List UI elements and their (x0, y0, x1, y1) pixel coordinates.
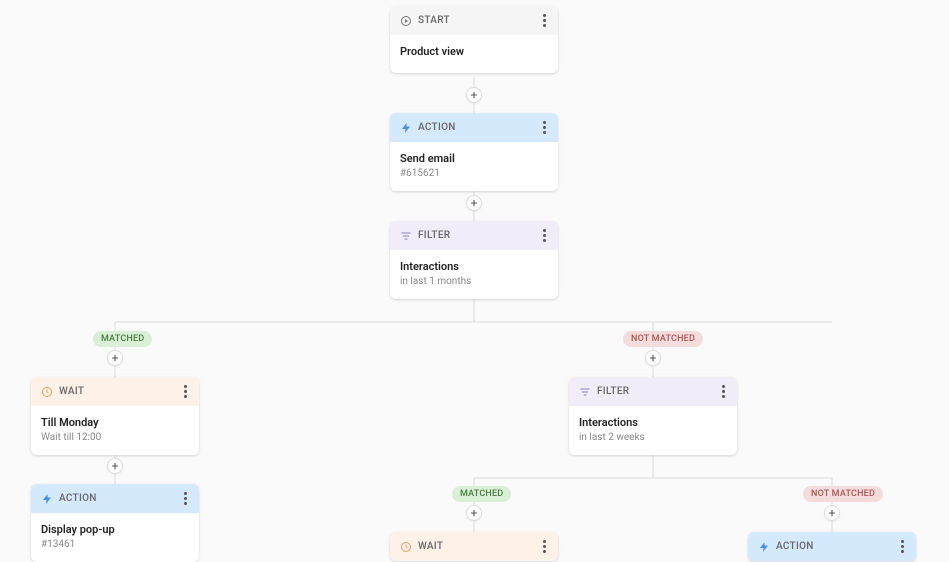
node-start[interactable]: START Product view (390, 6, 558, 73)
node-wait-header: WAIT (390, 532, 558, 561)
node-menu-button[interactable] (182, 383, 189, 400)
node-action-header: ACTION (390, 113, 558, 142)
node-title: Product view (400, 45, 548, 58)
bolt-icon (400, 122, 412, 134)
node-action-popup[interactable]: ACTION Display pop-up #13461 (31, 484, 199, 562)
node-action-3[interactable]: ACTION (748, 532, 916, 561)
node-filter-header: FILTER (569, 377, 737, 406)
node-wait-header: WAIT (31, 377, 199, 406)
node-type-label: START (418, 15, 450, 26)
add-node-button[interactable]: + (466, 87, 482, 103)
add-node-button[interactable]: + (645, 350, 661, 366)
clock-icon (400, 541, 412, 553)
node-type-label: WAIT (418, 541, 443, 552)
node-title: Display pop-up (41, 523, 189, 536)
node-subtitle: #13461 (41, 539, 189, 550)
filter-icon (579, 386, 591, 398)
node-menu-button[interactable] (541, 12, 548, 29)
node-menu-button[interactable] (899, 538, 906, 555)
node-start-header: START (390, 6, 558, 35)
not-matched-badge: NOT MATCHED (623, 331, 703, 347)
node-wait-2[interactable]: WAIT (390, 532, 558, 561)
add-node-button[interactable]: + (107, 458, 123, 474)
node-filter-interactions-2[interactable]: FILTER Interactions in last 2 weeks (569, 377, 737, 455)
node-menu-button[interactable] (182, 490, 189, 507)
node-type-label: ACTION (776, 541, 814, 552)
not-matched-badge: NOT MATCHED (803, 486, 883, 502)
matched-badge: MATCHED (452, 486, 511, 502)
add-node-button[interactable]: + (107, 350, 123, 366)
node-subtitle: Wait till 12:00 (41, 432, 189, 443)
node-type-label: ACTION (418, 122, 456, 133)
node-menu-button[interactable] (541, 538, 548, 555)
node-title: Send email (400, 152, 548, 165)
bolt-icon (41, 493, 53, 505)
node-type-label: WAIT (59, 386, 84, 397)
node-action-header: ACTION (748, 532, 916, 561)
bolt-icon (758, 541, 770, 553)
clock-icon (41, 386, 53, 398)
node-type-label: ACTION (59, 493, 97, 504)
node-subtitle: in last 2 weeks (579, 432, 727, 443)
node-wait-monday[interactable]: WAIT Till Monday Wait till 12:00 (31, 377, 199, 455)
node-subtitle: in last 1 months (400, 276, 548, 287)
node-filter-header: FILTER (390, 221, 558, 250)
node-action-send-email[interactable]: ACTION Send email #615621 (390, 113, 558, 191)
node-title: Interactions (579, 416, 727, 429)
node-menu-button[interactable] (541, 227, 548, 244)
node-action-header: ACTION (31, 484, 199, 513)
filter-icon (400, 230, 412, 242)
node-subtitle: #615621 (400, 168, 548, 179)
add-node-button[interactable]: + (466, 195, 482, 211)
node-menu-button[interactable] (720, 383, 727, 400)
play-circle-icon (400, 15, 412, 27)
node-type-label: FILTER (418, 230, 450, 241)
node-filter-interactions[interactable]: FILTER Interactions in last 1 months (390, 221, 558, 299)
add-node-button[interactable]: + (466, 505, 482, 521)
matched-badge: MATCHED (93, 331, 152, 347)
node-title: Till Monday (41, 416, 189, 429)
add-node-button[interactable]: + (824, 505, 840, 521)
node-title: Interactions (400, 260, 548, 273)
node-menu-button[interactable] (541, 119, 548, 136)
node-type-label: FILTER (597, 386, 629, 397)
